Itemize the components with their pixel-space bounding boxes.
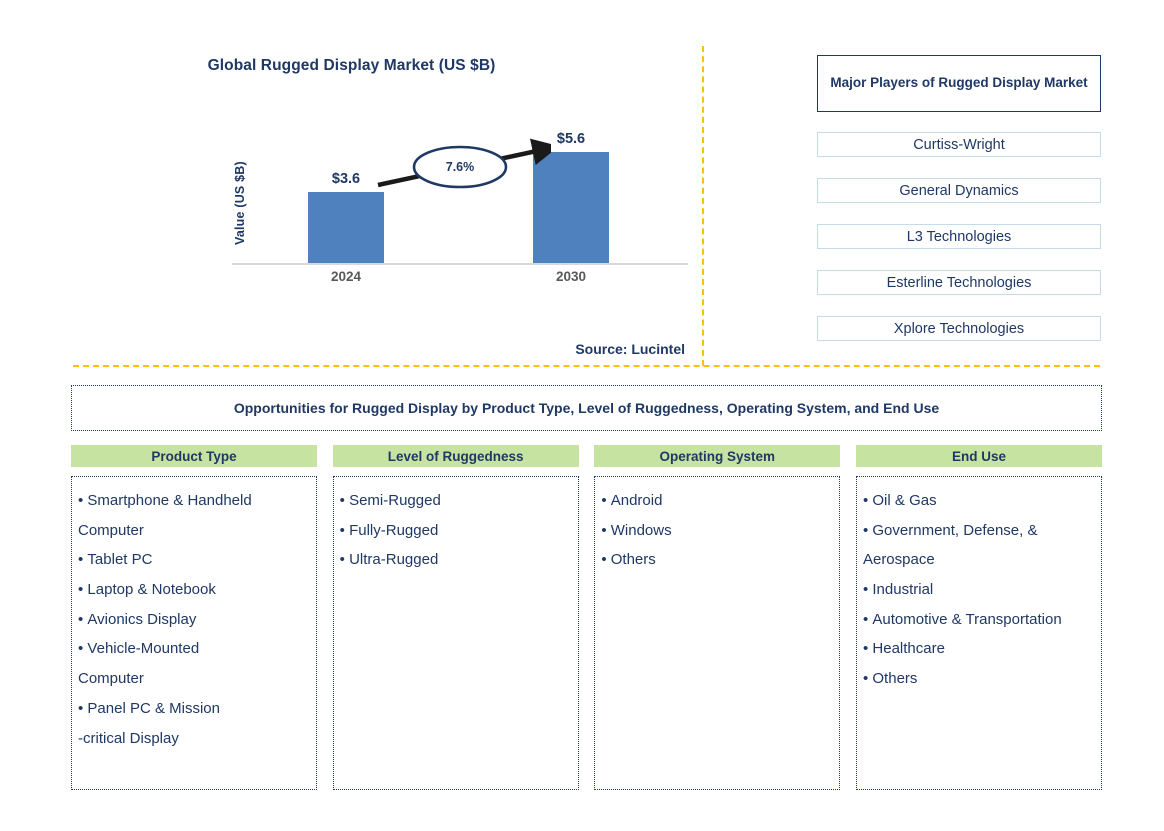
column-header-end-use: End Use (855, 445, 1102, 467)
opportunities-title: Opportunities for Rugged Display by Prod… (71, 385, 1102, 431)
list-item: Smartphone & Handheld (76, 486, 312, 516)
list-item: Oil & Gas (861, 486, 1097, 516)
list-item: Industrial (861, 575, 1097, 605)
column-header-product-type: Product Type (71, 445, 317, 467)
player-item-esterline-technologies[interactable]: Esterline Technologies (817, 270, 1101, 295)
x-tick-2030: 2030 (555, 269, 587, 284)
column-header-operating-system: Operating System (594, 445, 841, 467)
major-players-panel: Major Players of Rugged Display Market C… (817, 55, 1101, 341)
list-item: Government, Defense, & (861, 516, 1097, 546)
bar-value-2024: $3.6 (331, 171, 361, 187)
list-item: Windows (599, 516, 835, 546)
list-item: Aerospace (862, 551, 935, 569)
list-item: Semi-Rugged (338, 486, 574, 516)
column-header-level-of-ruggedness: Level of Ruggedness (332, 445, 579, 467)
list-item: Ultra-Rugged (338, 545, 574, 575)
chart-y-axis-label: Value (US $B) (233, 161, 247, 245)
major-players-title: Major Players of Rugged Display Market (817, 55, 1101, 112)
list-item: Avionics Display (76, 605, 312, 635)
player-item-l3-technologies[interactable]: L3 Technologies (817, 224, 1101, 249)
list-item: Laptop & Notebook (76, 575, 312, 605)
column-body-end-use: Oil & Gas Government, Defense, & Aerospa… (855, 476, 1102, 790)
vertical-divider (702, 46, 704, 366)
column-body-level-of-ruggedness: Semi-Rugged Fully-Rugged Ultra-Rugged (332, 476, 579, 790)
list-item: Computer (78, 521, 144, 539)
list-item: Vehicle-Mounted (76, 634, 312, 664)
cagr-value-label: 7.6% (445, 160, 475, 174)
player-item-general-dynamics[interactable]: General Dynamics (817, 178, 1101, 203)
column-body-product-type: Smartphone & Handheld Computer Tablet PC… (71, 476, 317, 790)
list-item: Computer (78, 670, 144, 688)
list-item: Others (599, 545, 835, 575)
horizontal-divider (73, 365, 1100, 367)
list-item: Tablet PC (76, 545, 312, 575)
list-item: Android (599, 486, 835, 516)
list-item: Panel PC & Mission (76, 694, 312, 724)
player-item-xplore-technologies[interactable]: Xplore Technologies (817, 316, 1101, 341)
player-item-curtiss-wright[interactable]: Curtiss-Wright (817, 132, 1101, 157)
opportunity-column-product-type: Product Type Smartphone & Handheld Compu… (71, 445, 317, 790)
chart-title: Global Rugged Display Market (US $B) (207, 57, 496, 74)
chart-x-axis-line (232, 263, 688, 265)
list-item: Others (861, 664, 1097, 694)
opportunity-column-level-of-ruggedness: Level of Ruggedness Semi-Rugged Fully-Ru… (332, 445, 579, 790)
opportunities-columns: Product Type Smartphone & Handheld Compu… (71, 445, 1102, 790)
list-item: Healthcare (861, 634, 1097, 664)
list-item: -critical Display (78, 729, 179, 747)
market-chart-panel: Global Rugged Display Market (US $B) Val… (0, 0, 703, 366)
opportunity-column-operating-system: Operating System Android Windows Others (594, 445, 841, 790)
bar-2024 (308, 192, 384, 263)
column-body-operating-system: Android Windows Others (594, 476, 841, 790)
list-item: Fully-Rugged (338, 516, 574, 546)
chart-source-note: Source: Lucintel (575, 341, 685, 357)
x-tick-2024: 2024 (330, 269, 362, 284)
opportunity-column-end-use: End Use Oil & Gas Government, Defense, &… (855, 445, 1102, 790)
list-item: Automotive & Transportation (861, 605, 1097, 635)
